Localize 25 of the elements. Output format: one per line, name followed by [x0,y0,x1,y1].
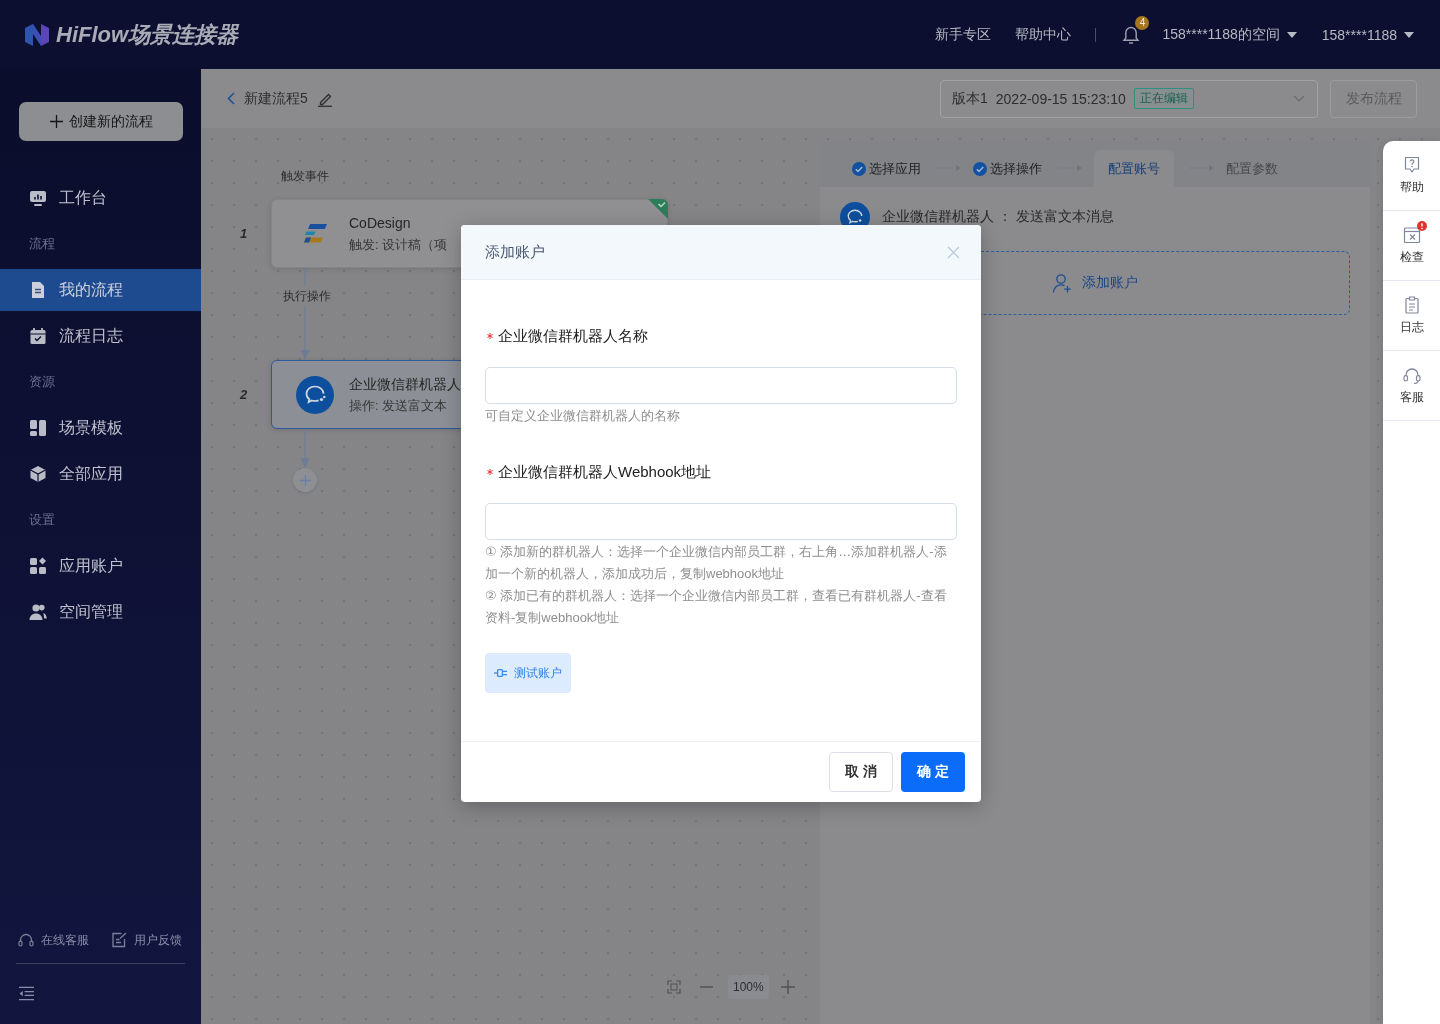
help-text: 可自定义企业微信群机器人的名称 [485,407,681,425]
node-detail: 操作: 发送富文本 [349,397,449,414]
nav-section-label: 设置 [28,511,56,529]
node-app-name: CoDesign [349,214,412,232]
field-label: 企业微信群机器人Webhook地址 [498,462,712,482]
step-number: 2 [240,387,248,403]
version-label: 版本1 [952,89,988,108]
logo-text: HiFlow场景连接器 [56,20,239,49]
flow-title: 新建流程5 [244,89,308,108]
status-tag: 正在编辑 [1133,88,1194,109]
nav-section-label: 流程 [28,235,56,253]
dialog-title: 添加账户 [485,242,545,262]
node-detail: 触发: 设计稿（项 [349,236,448,253]
step-number: 1 [240,226,248,242]
zoom-level: 100% [728,975,769,999]
notification-badge: 4 [1135,15,1150,30]
nav-section-label: 资源 [28,373,56,391]
help-text: ② 添加已有的群机器人：选择一个企业微信内部员工群，查看已有群机器人-查看资料-复制webhook地址 [485,587,948,627]
help-text: ① 添加新的群机器人：选择一个企业微信内部员工群，右上角…添加群机器人-添加一个新的机器人，添加成功后，复制webhook地址 [485,543,948,583]
step-section-label: 执行操作 [283,289,331,303]
node-app-name: 企业微信群机器人 [349,375,461,393]
field-label: 企业微信群机器人名称 [498,326,648,346]
action-title: 企业微信群机器人 ： 发送富文本消息 [882,208,1114,226]
step-section-label: 触发事件 [281,169,329,183]
version-time: 2022-09-15 15:23:10 [995,90,1126,107]
